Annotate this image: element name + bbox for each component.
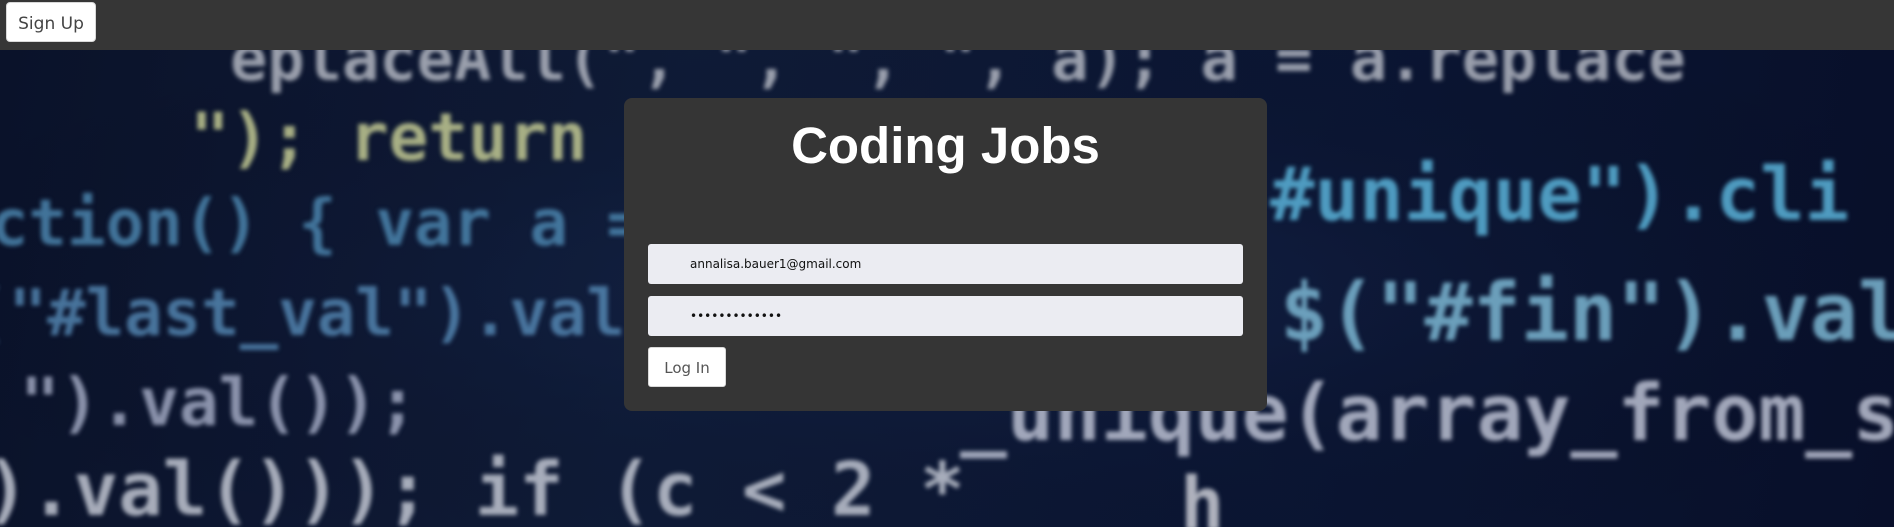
- login-button[interactable]: Log In: [648, 347, 726, 387]
- top-navbar: Sign Up: [0, 0, 1894, 50]
- email-field[interactable]: [648, 244, 1243, 284]
- password-field[interactable]: [648, 296, 1243, 336]
- login-card: Coding Jobs Log In: [624, 98, 1267, 411]
- signup-button[interactable]: Sign Up: [6, 2, 96, 42]
- page-title: Coding Jobs: [791, 117, 1100, 174]
